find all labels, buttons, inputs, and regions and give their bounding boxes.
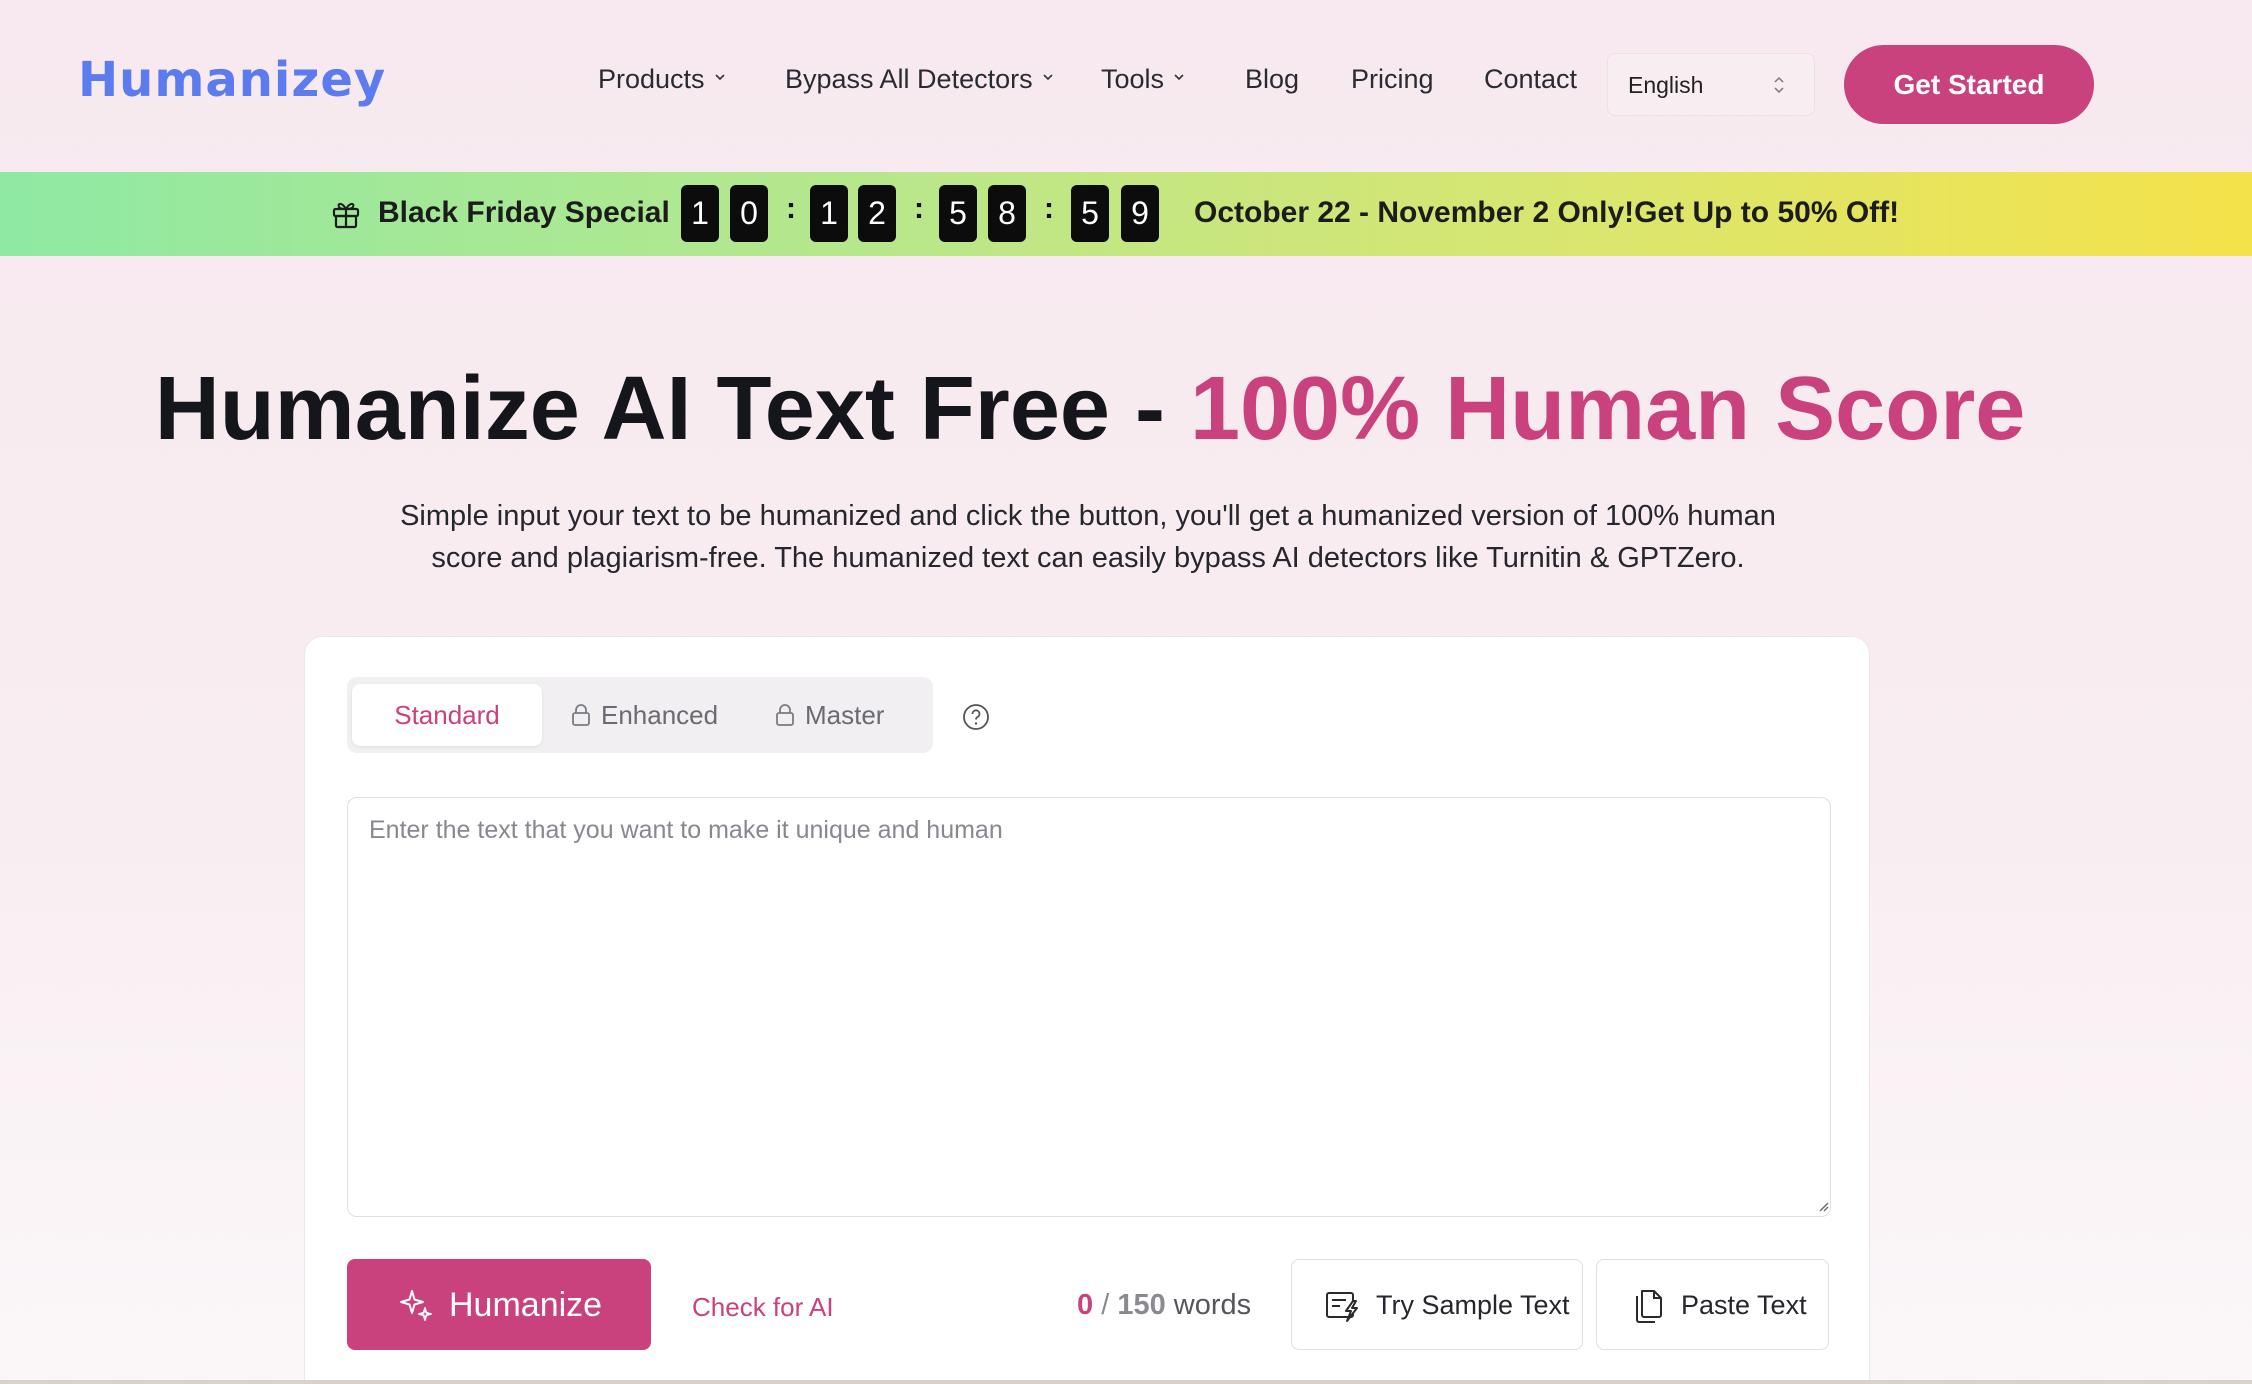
nav-item-bypass-all-detectors[interactable]: Bypass All Detectors — [785, 64, 1055, 95]
language-select[interactable]: English — [1607, 53, 1815, 116]
word-count-separator: / — [1093, 1289, 1118, 1321]
humanizer-card: Standard Enhanced Master Humanize Check … — [304, 636, 1870, 1384]
countdown-digit: 5 — [1071, 185, 1109, 242]
nav-item-tools[interactable]: Tools — [1101, 64, 1186, 95]
title-accent: 100% Human Score — [1189, 359, 2026, 459]
site-header: Humanizey Products Bypass All Detectors … — [0, 0, 2252, 172]
paste-text-label: Paste Text — [1681, 1290, 1807, 1320]
promo-offer: October 22 - November 2 Only!Get Up to 5… — [1194, 196, 1900, 229]
language-selected: English — [1628, 72, 1704, 98]
humanize-button[interactable]: Humanize — [347, 1259, 651, 1350]
countdown-digit: 0 — [730, 185, 768, 242]
countdown-separator: : — [914, 192, 924, 225]
countdown-digit: 2 — [858, 185, 896, 242]
nav-item-label: Tools — [1101, 64, 1165, 94]
tab-standard[interactable]: Standard — [352, 684, 542, 746]
get-started-button[interactable]: Get Started — [1844, 45, 2094, 124]
chevron-down-icon — [1043, 74, 1053, 81]
page-divider — [0, 1380, 2252, 1384]
title-main: Humanize AI Text Free - — [154, 359, 1190, 459]
help-icon[interactable] — [962, 703, 990, 731]
nav-item-blog[interactable]: Blog — [1245, 64, 1299, 95]
word-count-current: 0 — [1077, 1289, 1094, 1321]
updown-icon — [1774, 76, 1784, 94]
tab-label: Enhanced — [601, 700, 719, 730]
tab-enhanced[interactable]: Enhanced — [571, 684, 718, 746]
countdown-separator: : — [786, 192, 796, 225]
humanize-label: Humanize — [449, 1286, 603, 1324]
paste-icon — [1636, 1290, 1662, 1323]
nav-item-label: Bypass All Detectors — [785, 64, 1033, 94]
text-input[interactable] — [347, 797, 1831, 1217]
word-count-max: 150 — [1117, 1289, 1166, 1321]
paste-text-button[interactable]: Paste Text — [1596, 1259, 1829, 1350]
countdown-digit: 9 — [1121, 185, 1159, 242]
try-sample-text-label: Try Sample Text — [1376, 1290, 1570, 1320]
chevron-down-icon — [1174, 74, 1184, 81]
chevron-down-icon — [714, 74, 725, 81]
check-for-ai-link[interactable]: Check for AI — [692, 1292, 834, 1323]
tab-label: Standard — [394, 700, 500, 730]
lock-icon — [776, 704, 794, 726]
page-subtitle: Simple input your text to be humanized a… — [400, 500, 1776, 574]
countdown-digit: 8 — [988, 185, 1026, 242]
countdown-digit: 1 — [681, 185, 719, 242]
promo-label: Black Friday Special : — [378, 196, 689, 229]
tab-master[interactable]: Master — [775, 684, 884, 746]
word-count-unit: words — [1165, 1289, 1252, 1321]
countdown-digit: 1 — [810, 185, 848, 242]
brand-logo[interactable]: Humanizey — [78, 52, 386, 108]
countdown-separator: : — [1044, 192, 1054, 225]
gift-icon — [332, 202, 360, 229]
tab-label: Master — [805, 700, 885, 730]
try-sample-text-button[interactable]: Try Sample Text — [1291, 1259, 1583, 1350]
word-count: 0 / 150 words — [1077, 1289, 1251, 1322]
nav-item-contact[interactable]: Contact — [1484, 64, 1577, 95]
resize-grip-icon[interactable] — [1817, 1200, 1829, 1212]
nav-item-label: Products — [598, 64, 705, 94]
sparkle-icon — [400, 1290, 432, 1321]
nav-item-pricing[interactable]: Pricing — [1351, 64, 1434, 95]
sample-text-icon — [1326, 1292, 1358, 1322]
countdown-digit: 5 — [939, 185, 977, 242]
mode-tabs: Standard Enhanced Master — [347, 677, 933, 753]
promo-banner: Black Friday Special : 1 0 : 1 2 : 5 8 :… — [0, 172, 2252, 256]
lock-icon — [572, 704, 590, 726]
nav-item-products[interactable]: Products — [598, 64, 727, 95]
page-title: Humanize AI Text Free - 100% Human Score — [0, 358, 2180, 461]
